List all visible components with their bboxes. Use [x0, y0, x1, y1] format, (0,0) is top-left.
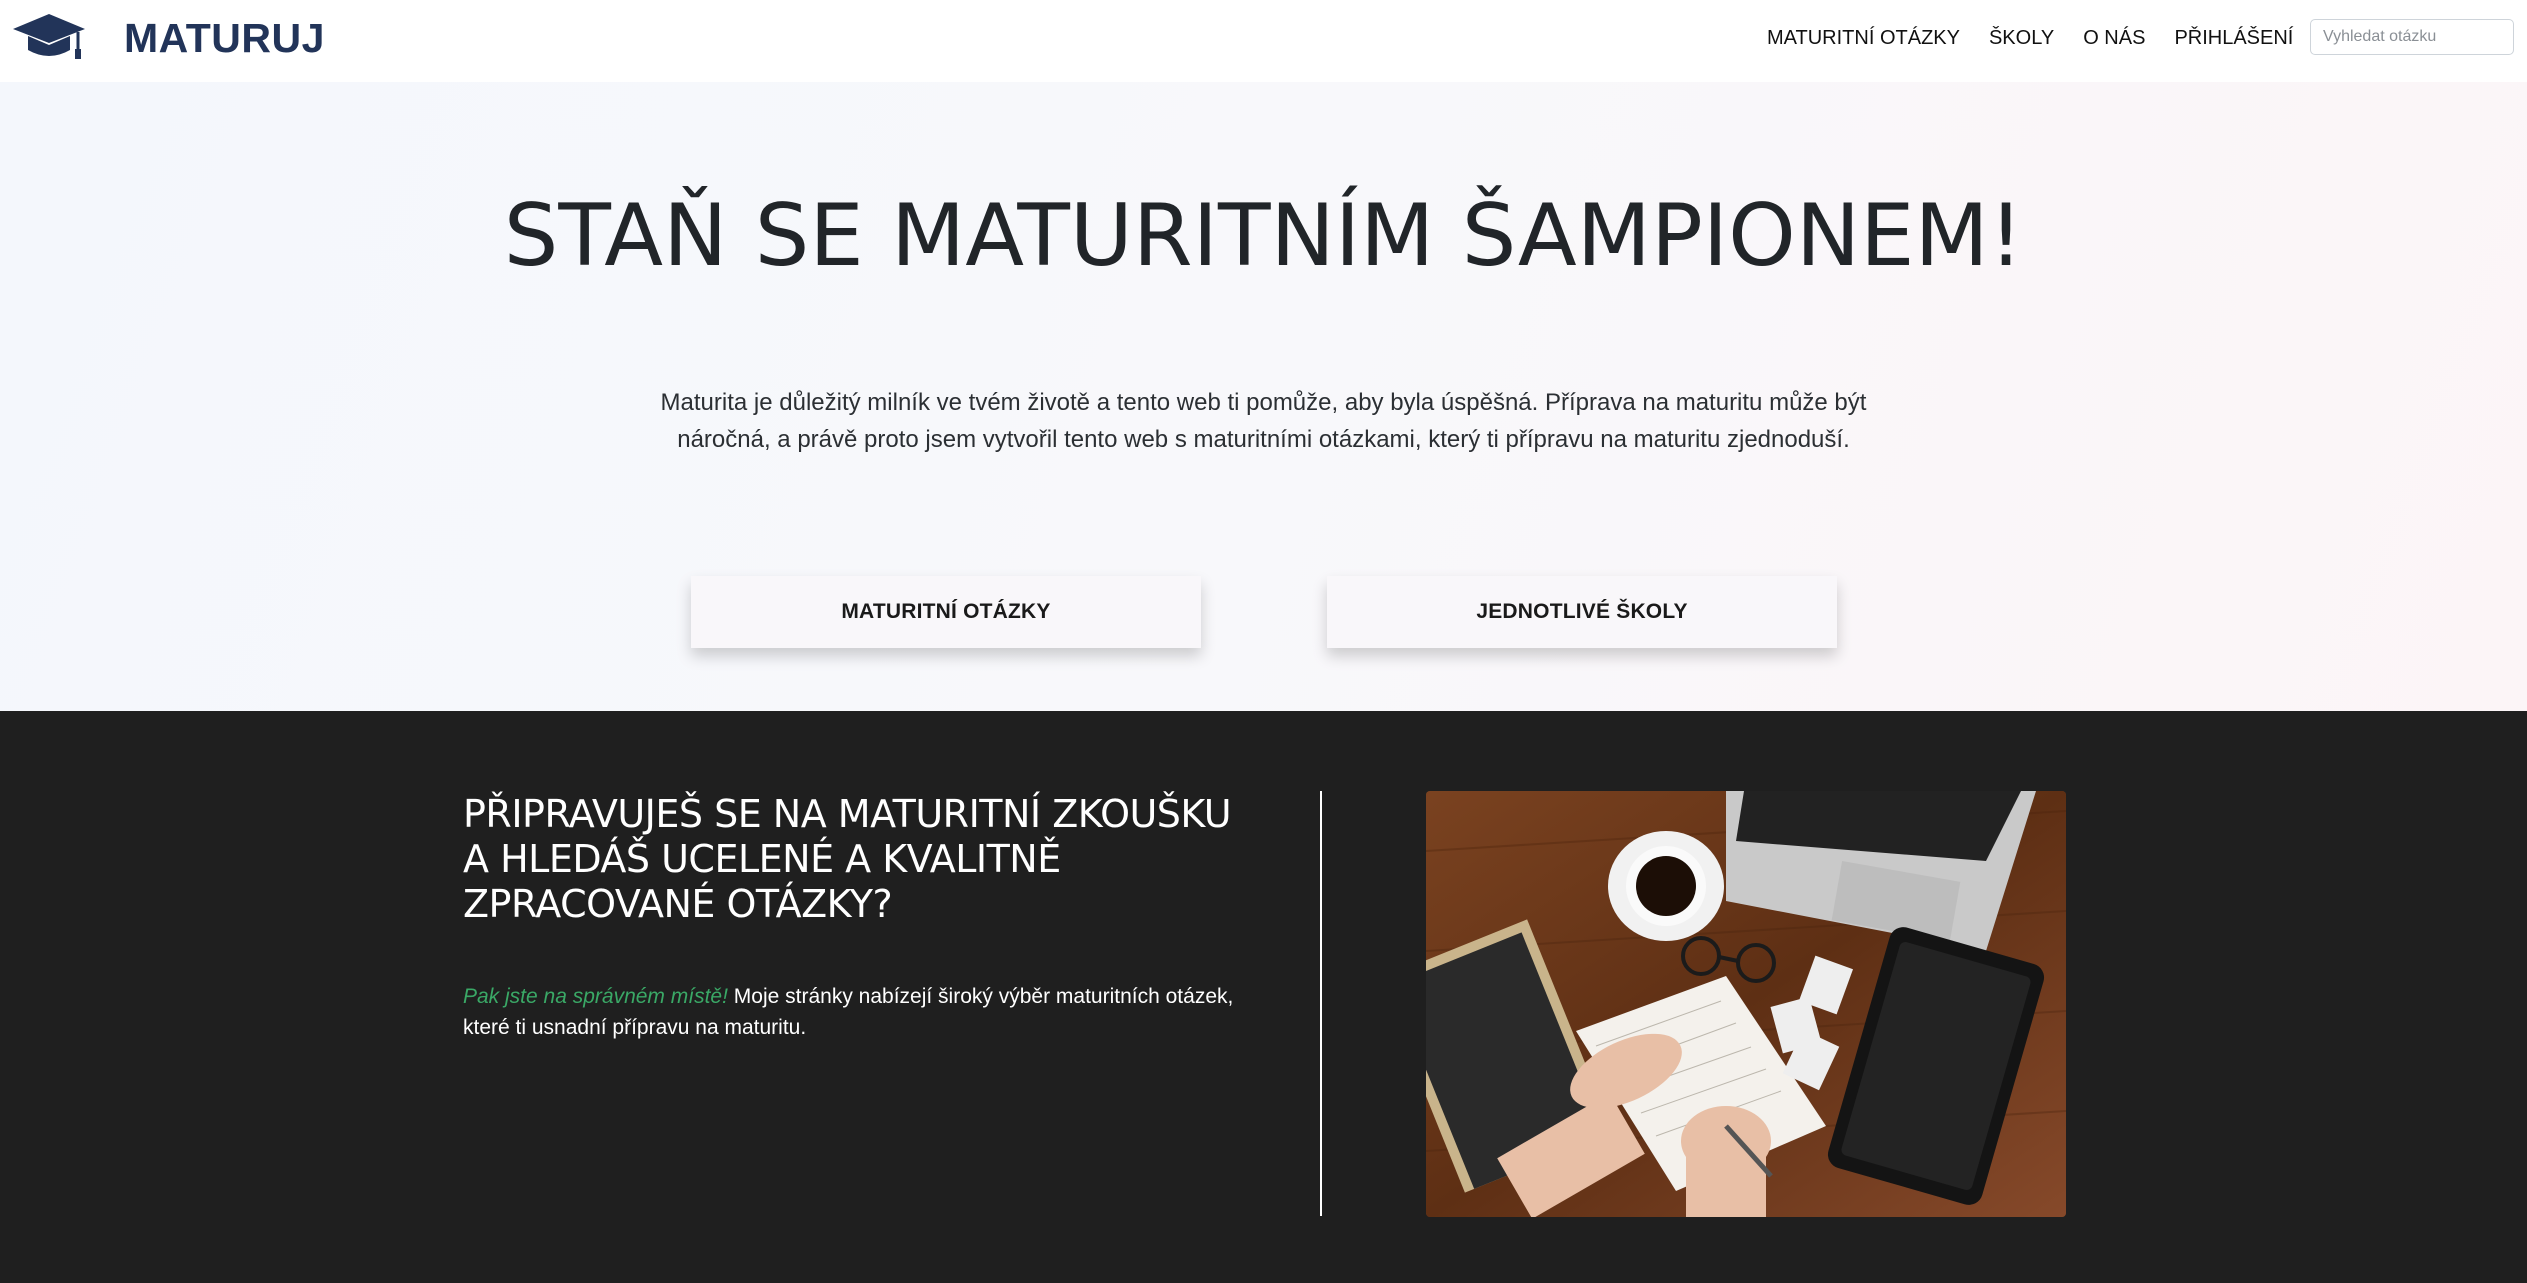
jednotlive-skoly-button[interactable]: JEDNOTLIVÉ ŠKOLY	[1327, 576, 1837, 648]
hero-lead: Maturita je důležitý milník ve tvém živo…	[660, 389, 1867, 453]
nav-link-o-nas[interactable]: O NÁS	[2083, 26, 2145, 50]
hero-title: STAŇ SE MATURITNÍM ŠAMPIONEM!	[503, 186, 2024, 286]
feature-accent-text: Pak jste na správném místě!	[463, 985, 728, 1008]
desk-study-illustration	[1426, 791, 2066, 1217]
nav-link-maturitni-otazky[interactable]: MATURITNÍ OTÁZKY	[1767, 26, 1960, 50]
coffee-cup-image-part	[1608, 831, 1724, 941]
brand[interactable]: MATURUJ	[12, 10, 324, 64]
hero-section: STAŇ SE MATURITNÍM ŠAMPIONEM! Maturita j…	[0, 82, 2527, 711]
vertical-divider	[1320, 791, 1322, 1216]
navbar: MATURUJ MATURITNÍ OTÁZKY ŠKOLY O NÁS PŘI…	[0, 0, 2527, 82]
desk-study-photo	[1426, 791, 2066, 1217]
graduation-cap-icon	[13, 14, 85, 59]
feature-heading: PŘIPRAVUJEŠ SE NA MATURITNÍ ZKOUŠKU A HL…	[463, 792, 1232, 926]
maturitni-otazky-button[interactable]: MATURITNÍ OTÁZKY	[691, 576, 1201, 648]
feature-section: PŘIPRAVUJEŠ SE NA MATURITNÍ ZKOUŠKU A HL…	[0, 711, 2527, 1283]
nav-link-skoly[interactable]: ŠKOLY	[1989, 26, 2054, 50]
nav-links: MATURITNÍ OTÁZKY ŠKOLY O NÁS PŘIHLÁŠENÍ	[1767, 26, 2322, 50]
feature-text: Pak jste na správném místě! Moje stránky…	[463, 981, 1253, 1043]
brand-name[interactable]: MATURUJ	[124, 15, 325, 62]
nav-link-prihlaseni[interactable]: PŘIHLÁŠENÍ	[2174, 26, 2293, 50]
search-input[interactable]	[2310, 19, 2514, 55]
